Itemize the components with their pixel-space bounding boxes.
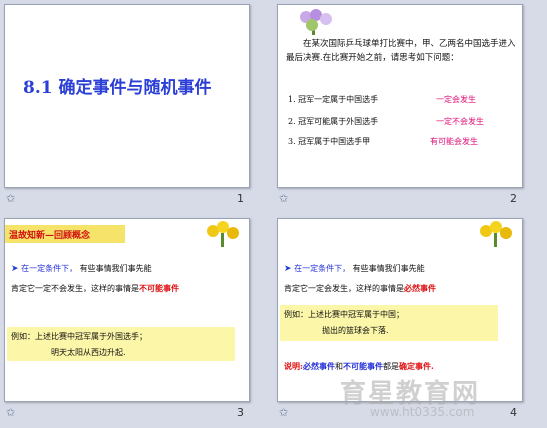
- definition-line-2: 肯定它一定不会发生，这样的事情是不可能事件: [11, 283, 179, 293]
- answer-2: 一定不会发生: [436, 117, 484, 126]
- slide-star-icon: ✩: [279, 192, 289, 205]
- slide-footer-1: ✩ 1: [6, 192, 244, 208]
- slide-footer-2: ✩ 2: [279, 192, 517, 208]
- slide-number: 3: [237, 406, 244, 419]
- slide-thumb-1[interactable]: 8.1 确定事件与随机事件 ✩ 1: [0, 0, 273, 213]
- example-2: 抛出的篮球会下落.: [322, 326, 389, 335]
- definition-line-1: ➤ 在一定条件下， 有些事情我们事先能: [284, 264, 425, 274]
- slide-star-icon: ✩: [279, 406, 289, 419]
- slide-title: 8.1 确定事件与随机事件: [23, 78, 212, 98]
- slide-number: 4: [510, 406, 517, 419]
- slide-1[interactable]: 8.1 确定事件与随机事件: [4, 4, 250, 188]
- flower-icon: [474, 221, 520, 249]
- example-1: 例如：上述比赛中冠军属于外国选手；: [11, 332, 147, 341]
- question-3: 3. 冠军属于中国选手甲: [288, 137, 371, 146]
- slide-header: 温故知新—回顾概念: [9, 231, 91, 241]
- question-2: 2. 冠军可能属于外国选手: [288, 117, 379, 126]
- slide-star-icon: ✩: [6, 406, 16, 419]
- slide-footer-3: ✩ 3: [6, 406, 244, 422]
- example-2: 明天太阳从西边升起.: [51, 348, 126, 357]
- slide-thumb-3[interactable]: 温故知新—回顾概念 ➤ 在一定条件下， 有些事情我们事先能 肯定它一定不会发生，…: [0, 214, 273, 427]
- slide-2[interactable]: 在某次国际乒乓球单打比赛中，甲、乙两名中国选手进入最后决赛.在比赛开始之前，请思…: [277, 4, 523, 188]
- slide-number: 1: [237, 192, 244, 205]
- note-line: 说明:必然事件和不可能事件都是确定事件.: [284, 361, 434, 371]
- answer-3: 有可能会发生: [430, 137, 478, 146]
- triangle-bullet-icon: ➤: [284, 264, 292, 274]
- intro-text: 在某次国际乒乓球单打比赛中，甲、乙两名中国选手进入最后决赛.在比赛开始之前，请思…: [286, 39, 516, 63]
- definition-line-2: 肯定它一定会发生，这样的事情是必然事件: [284, 283, 436, 293]
- slide-3[interactable]: 温故知新—回顾概念 ➤ 在一定条件下， 有些事情我们事先能 肯定它一定不会发生，…: [4, 218, 250, 402]
- slide-thumb-2[interactable]: 在某次国际乒乓球单打比赛中，甲、乙两名中国选手进入最后决赛.在比赛开始之前，请思…: [273, 0, 546, 213]
- slide-star-icon: ✩: [6, 192, 16, 205]
- example-1: 例如：上述比赛中冠军属于中国；: [284, 310, 404, 319]
- flower-icon: [292, 9, 338, 37]
- answer-1: 一定会发生: [436, 95, 476, 104]
- flower-icon: [201, 221, 247, 249]
- watermark-url: www.ht0335.com: [370, 405, 475, 419]
- definition-line-1: ➤ 在一定条件下， 有些事情我们事先能: [11, 264, 152, 274]
- triangle-bullet-icon: ➤: [11, 264, 19, 274]
- slide-number: 2: [510, 192, 517, 205]
- question-1: 1. 冠军一定属于中国选手: [288, 95, 379, 104]
